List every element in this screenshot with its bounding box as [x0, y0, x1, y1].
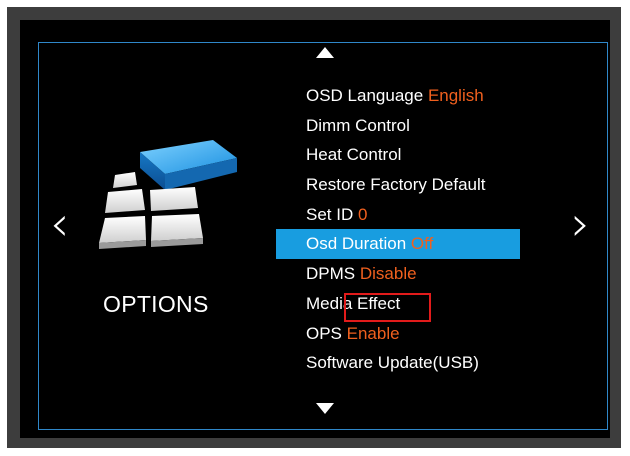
menu-item-label: Set ID [306, 204, 354, 224]
menu-item-label: Restore Factory Default [306, 175, 486, 195]
triangle-down-icon[interactable] [316, 403, 334, 414]
menu-item-label: Software Update(USB) [306, 353, 479, 373]
menu-item-value: Disable [359, 264, 417, 284]
menu-item-label: Heat Control [306, 145, 402, 165]
options-blocks-icon [99, 140, 237, 249]
menu-item-label: Dimm Control [306, 115, 410, 135]
menu-item-label: OSD Language [306, 86, 424, 105]
menu-item-osd-duration[interactable]: Osd Duration Off [276, 229, 520, 260]
menu-item-ops[interactable]: OPS Enable [276, 319, 520, 349]
chevron-right-icon[interactable]: › [571, 200, 590, 248]
menu-item-label: Osd Duration [306, 234, 407, 254]
menu-item-value: English [427, 86, 484, 105]
menu-item-dimm-control[interactable]: Dimm Control [276, 111, 520, 141]
menu-item-label: OPS [306, 323, 342, 343]
menu-item-value: Off [410, 234, 434, 254]
triangle-up-icon[interactable] [316, 47, 334, 58]
section-title: OPTIONS [103, 291, 209, 317]
menu-item-software-update-usb[interactable]: Software Update(USB) [276, 348, 520, 378]
menu-item-osd-language[interactable]: OSD Language English [276, 81, 520, 111]
menu-item-dpms[interactable]: DPMS Disable [276, 259, 520, 289]
menu-item-restore-factory-default[interactable]: Restore Factory Default [276, 170, 520, 200]
menu-item-heat-control[interactable]: Heat Control [276, 140, 520, 170]
menu-item-label: DPMS [306, 264, 356, 284]
options-menu: OSD Language English Dimm Control Heat Con… [276, 81, 520, 378]
annotation-highlight-box [344, 293, 431, 322]
menu-item-value: Enable [346, 323, 400, 343]
menu-item-set-id[interactable]: Set ID 0 [276, 200, 520, 230]
chevron-left-icon[interactable]: ‹ [50, 200, 69, 248]
menu-item-value: 0 [357, 204, 368, 224]
